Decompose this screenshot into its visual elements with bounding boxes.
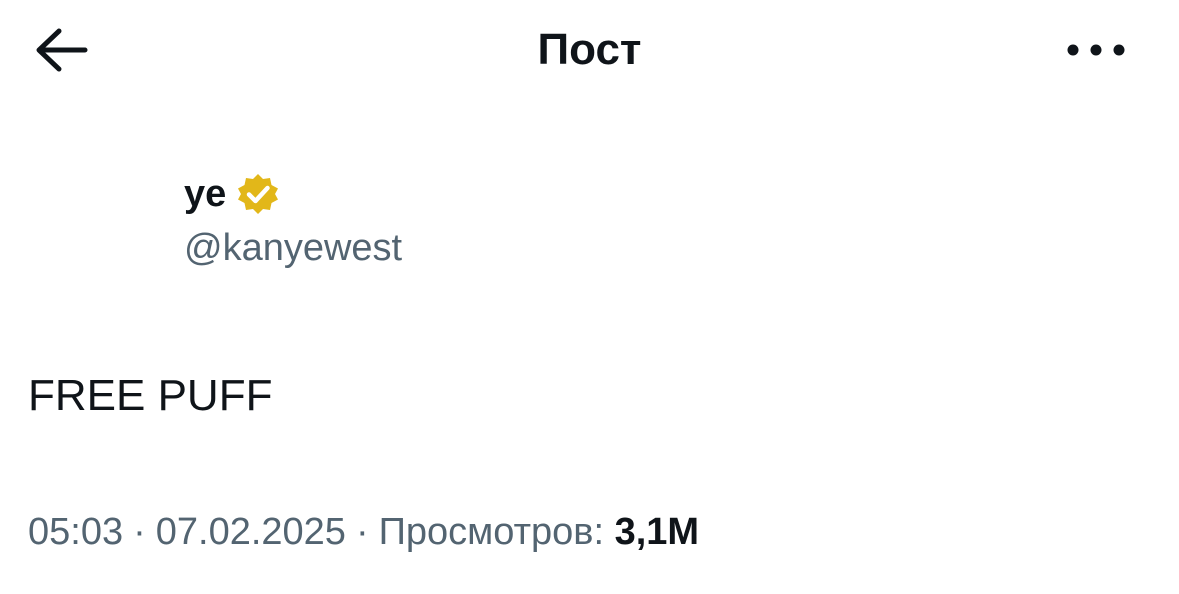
meta-separator: · <box>133 511 146 553</box>
more-options-button[interactable] <box>1056 24 1136 76</box>
page-title: Пост <box>537 25 642 74</box>
more-horizontal-icon <box>1067 44 1125 56</box>
author-handle[interactable]: @kanyewest <box>184 222 784 274</box>
views-label: Просмотров: <box>378 511 605 553</box>
author-display-name[interactable]: ye <box>184 168 226 220</box>
arrow-left-icon <box>36 28 88 72</box>
views-count[interactable]: 3,1M <box>615 511 699 553</box>
post-author[interactable]: ye @kanyewest <box>184 168 784 278</box>
top-bar: Пост <box>0 0 1179 100</box>
post-text: FREE PUFF <box>28 371 273 420</box>
back-button[interactable] <box>28 22 94 78</box>
post-time[interactable]: 05:03 <box>28 511 123 553</box>
author-name-row: ye <box>184 168 784 220</box>
post-meta: 05:03 · 07.02.2025 · Просмотров: 3,1M <box>28 506 699 558</box>
meta-separator: · <box>355 511 369 553</box>
verified-badge-icon[interactable] <box>236 172 280 216</box>
post-date[interactable]: 07.02.2025 <box>156 511 346 553</box>
